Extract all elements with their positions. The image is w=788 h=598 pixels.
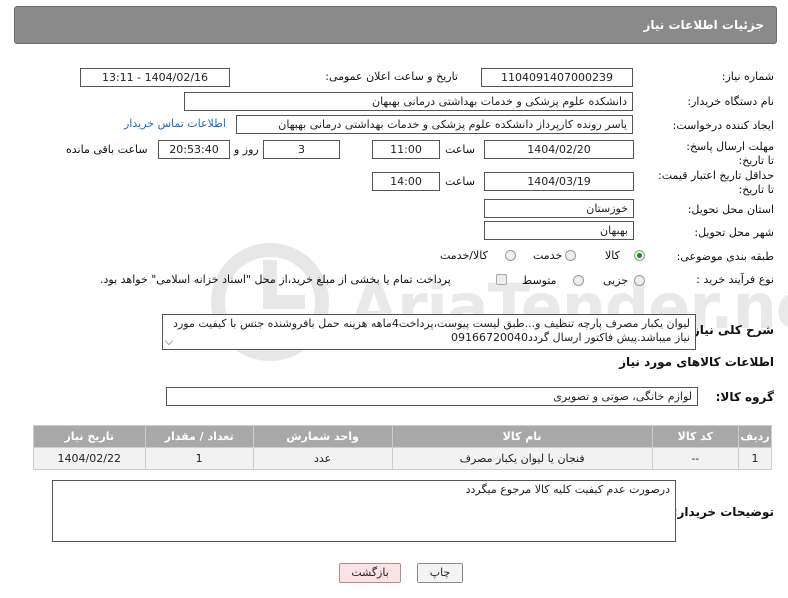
process-label: نوع فرآیند خرید : (696, 273, 774, 286)
min-price-label: حداقل تاریخ اعتبار قیمت: تا تاریخ: (658, 169, 774, 196)
items-table: ردیف کد کالا نام کالا واحد شمارش تعداد /… (33, 425, 773, 470)
buyer-contact-link[interactable]: اطلاعات تماس خریدار (124, 117, 226, 130)
min-price-date-field: 1404/03/19 (484, 172, 634, 191)
announce-label: تاریخ و ساعت اعلان عمومی: (325, 70, 458, 83)
back-button[interactable]: بازگشت (339, 563, 401, 583)
province-field: خوزستان (484, 199, 634, 218)
treasury-payment-checkbox[interactable] (496, 274, 507, 285)
cell-quantity: 1 (144, 447, 254, 470)
goods-group-field: لوازم خانگی، صوتی و تصویری (166, 387, 698, 406)
creator-label: ایجاد کننده درخواست: (672, 119, 774, 132)
buyer-label: نام دستگاه خریدار: (687, 95, 774, 108)
city-field: بهبهان (484, 221, 634, 240)
col-need-date: تاریخ نیاز (33, 425, 146, 448)
description-label: شرح کلی نیاز: (688, 323, 774, 337)
buyer-field: دانشکده علوم پزشکی و خدمات بهداشتی درمان… (184, 92, 633, 111)
category-radio-goods-service[interactable] (505, 250, 516, 261)
col-item-code: کد کالا (651, 425, 739, 448)
need-number-field: 1104091407000239 (481, 68, 633, 87)
goods-group-label: گروه کالا: (715, 390, 774, 404)
cell-unit: عدد (252, 447, 393, 470)
category-option-goods: کالا (605, 249, 620, 262)
cell-item-code: -- (651, 447, 739, 470)
process-radio-minor[interactable] (634, 275, 645, 286)
category-label: طبقه بندی موضوعی: (676, 250, 774, 263)
print-button[interactable]: چاپ (417, 563, 463, 583)
treasury-payment-note: پرداخت تمام یا بخشی از مبلغ خرید،از محل … (100, 273, 451, 286)
category-radio-service[interactable] (565, 250, 576, 261)
col-item-name: نام کالا (391, 425, 653, 448)
table-header-row: ردیف کد کالا نام کالا واحد شمارش تعداد /… (33, 425, 773, 448)
remaining-label: ساعت باقی مانده (66, 143, 148, 156)
col-quantity: تعداد / مقدار (144, 425, 254, 448)
process-radio-medium[interactable] (573, 275, 584, 286)
deadline-label: مهلت ارسال پاسخ: تا تاریخ: (686, 140, 774, 167)
creator-field: یاسر رونده کارپرداز دانشکده علوم پزشکی و… (236, 115, 633, 134)
header-panel: جزئیات اطلاعات نیاز (14, 6, 777, 44)
cell-item-name: فنجان یا لیوان یکبار مصرف (391, 447, 653, 470)
col-row-number: ردیف (737, 425, 773, 448)
days-field: 3 (263, 140, 340, 159)
days-label: روز و (234, 143, 259, 156)
category-radio-goods[interactable] (634, 250, 645, 261)
need-number-label: شماره نیاز: (721, 70, 774, 83)
cell-row-number: 1 (737, 447, 773, 470)
cell-need-date: 1404/02/22 (33, 447, 146, 470)
deadline-time-field: 11:00 (372, 140, 440, 159)
min-price-time-field: 14:00 (372, 172, 440, 191)
category-option-service: خدمت (533, 249, 563, 262)
buyer-notes-label: توضیحات خریدار: (672, 505, 774, 519)
min-price-time-label: ساعت (445, 175, 475, 188)
province-label: استان محل تحویل: (687, 203, 774, 216)
page-title: جزئیات اطلاعات نیاز (643, 18, 764, 32)
city-label: شهر محل تحویل: (694, 226, 774, 239)
goods-section-title: اطلاعات کالاهای مورد نیاز (619, 355, 774, 369)
deadline-time-label: ساعت (445, 143, 475, 156)
buyer-notes-textarea[interactable]: درصورت عدم کیفیت کلیه کالا مرجوع میگردد (52, 480, 676, 542)
process-option-medium: متوسط (522, 274, 557, 287)
table-row: 1 -- فنجان یا لیوان یکبار مصرف عدد 1 140… (33, 447, 773, 470)
col-unit: واحد شمارش (252, 425, 393, 448)
category-option-goods-service: کالا/خدمت (440, 249, 488, 262)
process-option-minor: جزیی (603, 274, 629, 287)
description-textarea[interactable]: لیوان یکبار مصرف پارچه تنظیف و...طبق لیس… (162, 314, 696, 350)
remaining-time-field: 20:53:40 (158, 140, 230, 159)
announce-field: 1404/02/16 - 13:11 (80, 68, 230, 87)
deadline-date-field: 1404/02/20 (484, 140, 634, 159)
